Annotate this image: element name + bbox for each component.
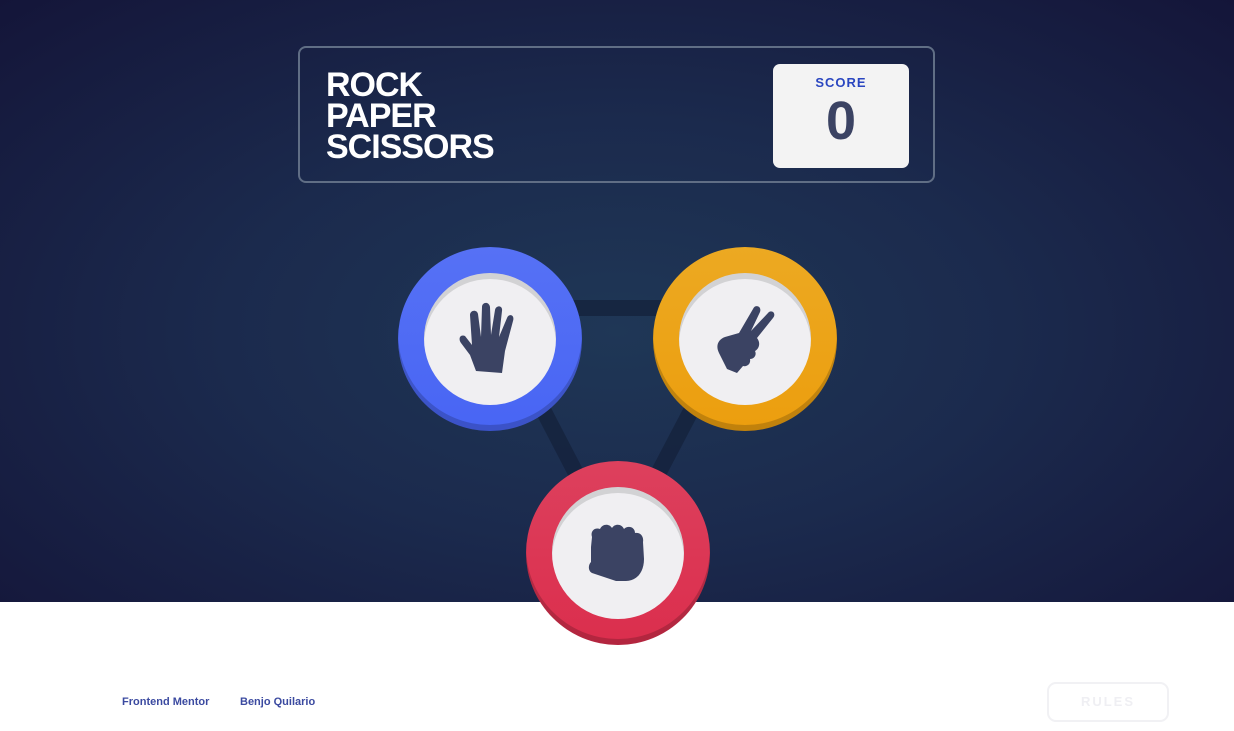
scissors-inner bbox=[679, 273, 811, 405]
title-line-scissors: SCISSORS bbox=[326, 128, 495, 166]
header-bar: ROCK PAPER SCISSORS SCORE 0 bbox=[298, 46, 935, 183]
paper-hand-icon bbox=[459, 302, 514, 373]
footer-link-author[interactable]: Benjo Quilario bbox=[240, 696, 315, 708]
paper-button[interactable] bbox=[398, 247, 582, 431]
footer-link-frontend-mentor[interactable]: Frontend Mentor bbox=[122, 696, 209, 708]
score-value: 0 bbox=[825, 91, 857, 151]
scissors-button[interactable] bbox=[653, 247, 837, 431]
scissors-hand-icon bbox=[717, 306, 775, 373]
score-box: SCORE 0 bbox=[773, 64, 909, 168]
rock-button[interactable] bbox=[526, 461, 710, 645]
score-label: SCORE bbox=[815, 75, 867, 90]
paper-inner bbox=[424, 273, 556, 405]
rock-fist-icon bbox=[588, 524, 644, 581]
rules-button[interactable]: RULES bbox=[1047, 682, 1169, 722]
game-title: ROCK PAPER SCISSORS bbox=[326, 68, 495, 166]
rock-inner bbox=[552, 487, 684, 619]
